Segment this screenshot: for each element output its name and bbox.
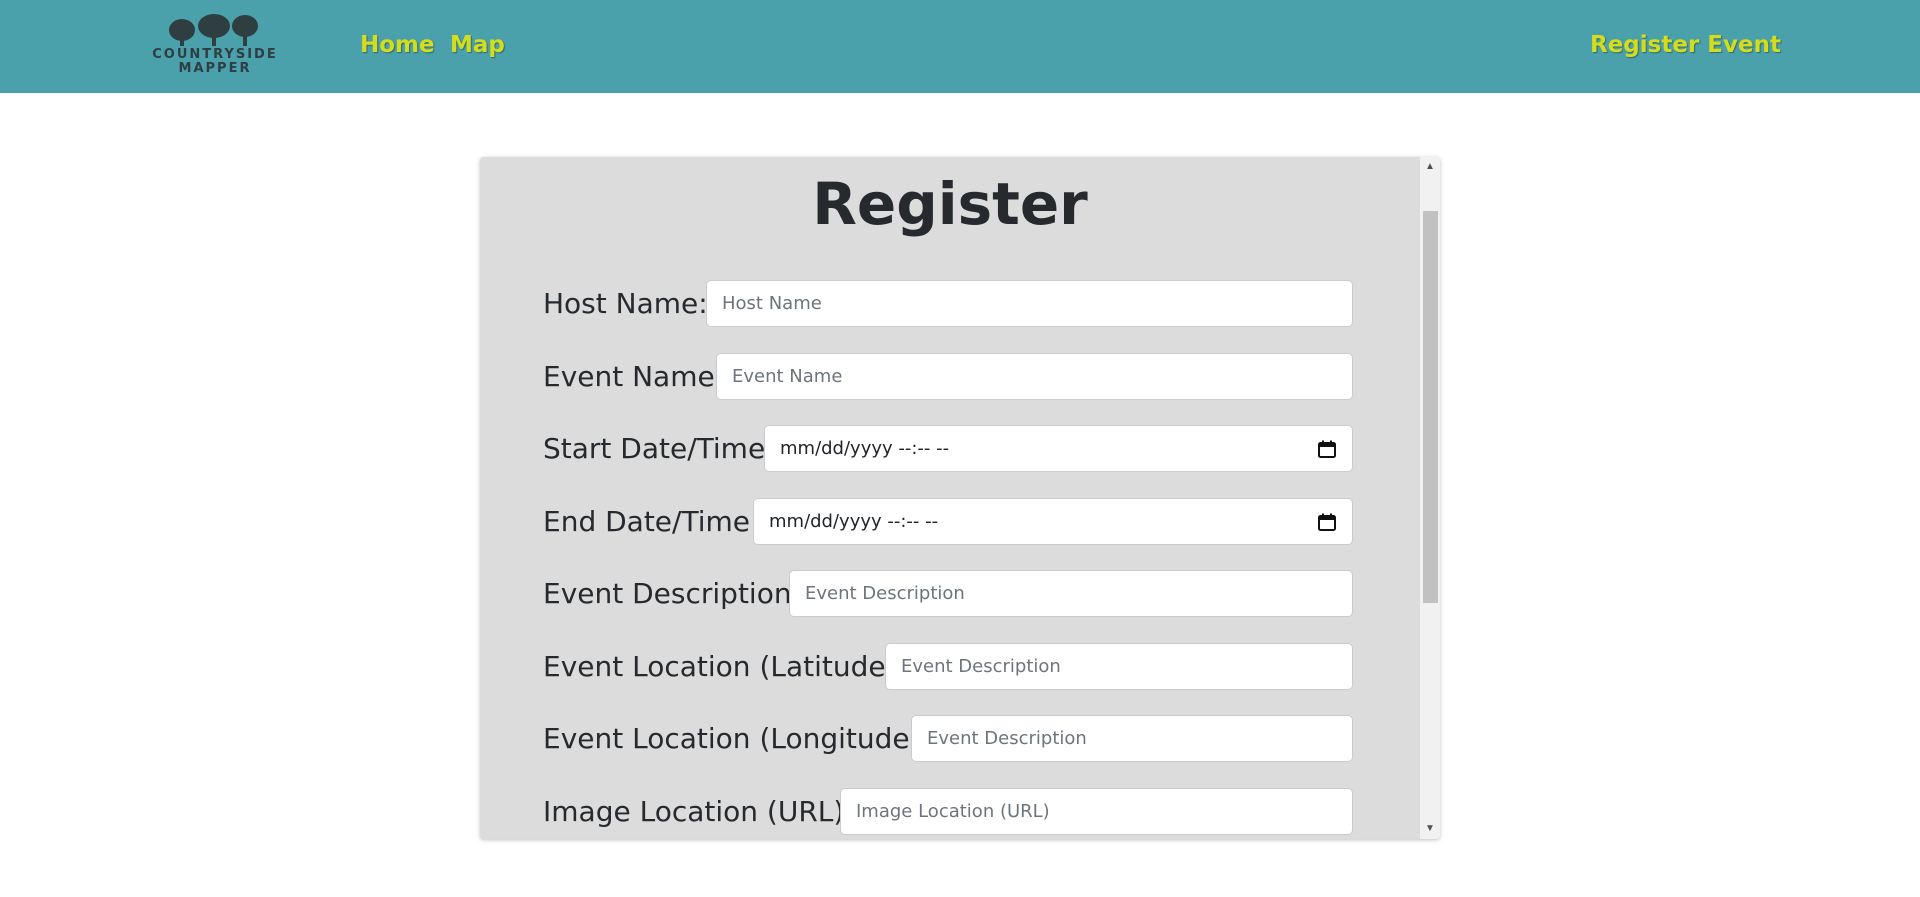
nav-link-home[interactable]: Home xyxy=(360,30,435,60)
form-scrollbar[interactable]: ▲ ▼ xyxy=(1420,157,1440,839)
event-description-label: Event Description: xyxy=(543,577,802,610)
latitude-label: Event Location (Latitude): xyxy=(543,650,906,683)
event-name-label: Event Name: xyxy=(543,360,725,393)
image-url-input[interactable] xyxy=(840,788,1353,835)
host-name-label: Host Name: xyxy=(543,287,708,320)
scroll-down-arrow-icon[interactable]: ▼ xyxy=(1420,819,1440,839)
image-url-label: Image Location (URL): xyxy=(543,795,854,828)
end-datetime-input[interactable]: mm/dd/yyyy --:-- -- xyxy=(753,498,1353,545)
host-name-row: Host Name: xyxy=(543,280,1353,327)
end-datetime-value: mm/dd/yyyy --:-- -- xyxy=(769,511,939,532)
register-form-card: Register Host Name: Event Name: Start Da… xyxy=(480,157,1440,839)
calendar-icon[interactable] xyxy=(1317,512,1337,532)
end-datetime-label: End Date/Time: xyxy=(543,505,760,538)
trees-logo-icon xyxy=(169,14,258,46)
image-url-row: Image Location (URL): xyxy=(543,788,1353,835)
start-datetime-value: mm/dd/yyyy --:-- -- xyxy=(780,438,950,459)
event-name-input[interactable] xyxy=(716,353,1353,400)
logo-text-line1: COUNTRYSIDE xyxy=(152,47,278,62)
end-datetime-row: End Date/Time: mm/dd/yyyy --:-- -- xyxy=(543,498,1353,545)
calendar-icon[interactable] xyxy=(1317,439,1337,459)
event-description-input[interactable] xyxy=(789,570,1353,617)
start-datetime-input[interactable]: mm/dd/yyyy --:-- -- xyxy=(764,425,1353,472)
latitude-row: Event Location (Latitude): xyxy=(543,643,1353,690)
longitude-label: Event Location (Longitude): xyxy=(543,722,930,755)
latitude-input[interactable] xyxy=(885,643,1353,690)
nav-link-map[interactable]: Map xyxy=(450,30,505,60)
start-datetime-row: Start Date/Time: mm/dd/yyyy --:-- -- xyxy=(543,425,1353,472)
longitude-input[interactable] xyxy=(911,715,1353,762)
longitude-row: Event Location (Longitude): xyxy=(543,715,1353,762)
start-datetime-label: Start Date/Time: xyxy=(543,432,775,465)
event-name-row: Event Name: xyxy=(543,353,1353,400)
top-navbar: COUNTRYSIDE MAPPER Home Map Register Eve… xyxy=(0,0,1920,93)
event-description-row: Event Description: xyxy=(543,570,1353,617)
form-title: Register xyxy=(812,170,1088,238)
scroll-up-arrow-icon[interactable]: ▲ xyxy=(1420,157,1440,177)
scroll-thumb[interactable] xyxy=(1423,211,1438,603)
countryside-mapper-logo[interactable]: COUNTRYSIDE MAPPER xyxy=(150,14,280,78)
host-name-input[interactable] xyxy=(706,280,1353,327)
nav-link-register-event[interactable]: Register Event xyxy=(1590,30,1781,60)
logo-text-line2: MAPPER xyxy=(178,61,252,76)
